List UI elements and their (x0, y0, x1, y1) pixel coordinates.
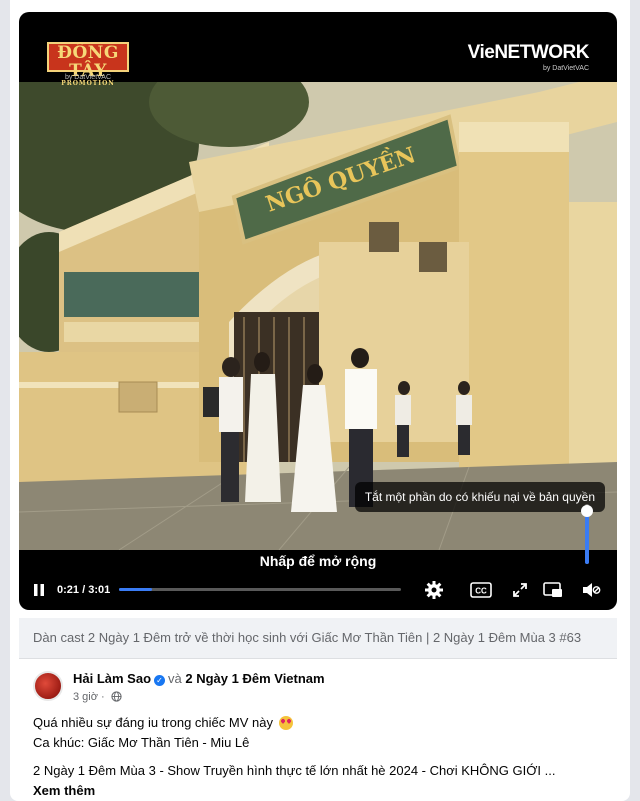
player-controls: 0:21 / 3:01 CC (19, 578, 617, 602)
progress-fill (119, 588, 152, 591)
fullscreen-button[interactable] (509, 578, 531, 602)
video-player[interactable]: NGÔ QUYỀN ĐÔNG TÂY PROMOTION by DatVietV… (19, 12, 617, 610)
post-line: Quá nhiều sự đáng iu trong chiếc MV này (33, 713, 603, 733)
expand-icon (513, 583, 527, 597)
expand-hint[interactable]: Nhấp để mở rộng (19, 550, 617, 572)
gear-icon (425, 581, 443, 599)
volume-muted-icon (583, 583, 601, 597)
current-time: 0:21 (57, 584, 80, 596)
miniplayer-icon (543, 582, 562, 597)
dong-tay-logo: ĐÔNG TÂY PROMOTION by DatVietVAC (47, 42, 129, 87)
author-line: Hải Làm Sao ✓ và 2 Ngày 1 Đêm Vietnam (73, 671, 325, 686)
mute-button[interactable] (579, 578, 603, 602)
post-body: Hải Làm Sao ✓ và 2 Ngày 1 Đêm Vietnam 3 gi… (19, 658, 617, 801)
copyright-notice: Tắt một phần do có khiếu nại về bản quyề… (354, 482, 605, 512)
duration: 3:01 (88, 584, 111, 596)
author-name[interactable]: Hải Làm Sao (73, 671, 151, 686)
svg-text:CC: CC (475, 587, 487, 596)
see-more-link[interactable]: Xem thêm (33, 781, 603, 801)
video-frame[interactable]: NGÔ QUYỀN (19, 82, 617, 550)
page-name[interactable]: 2 Ngày 1 Đêm Vietnam (185, 671, 324, 686)
avatar[interactable] (33, 671, 63, 701)
verified-badge-icon: ✓ (154, 675, 166, 686)
post-time[interactable]: 3 giờ (73, 691, 98, 703)
video-title[interactable]: Dàn cast 2 Ngày 1 Đêm trở về thời học si… (19, 618, 617, 658)
post-line: 2 Ngày 1 Đêm Mùa 3 - Show Truyền hình th… (33, 763, 556, 778)
pause-icon (34, 584, 44, 596)
post-meta: 3 giờ · (73, 691, 122, 703)
settings-button[interactable] (423, 578, 445, 602)
conjunction: và (168, 671, 182, 686)
heart-eyes-emoji-icon (278, 716, 293, 730)
miniplayer-button[interactable] (541, 578, 565, 602)
video-still: NGÔ QUYỀN (19, 82, 617, 550)
globe-icon (111, 691, 122, 702)
pause-button[interactable] (29, 578, 49, 602)
post-line: Ca khúc: Giấc Mơ Thần Tiên - Miu Lê (33, 735, 250, 750)
time-display: 0:21 / 3:01 (57, 584, 111, 596)
progress-bar[interactable] (119, 588, 401, 591)
post-text: Quá nhiều sự đáng iu trong chiếc MV này … (33, 713, 603, 801)
captions-button[interactable]: CC (469, 578, 493, 602)
vienetwork-logo: VieNETWORK by DatVietVAC (467, 42, 590, 72)
captions-icon: CC (470, 582, 492, 598)
